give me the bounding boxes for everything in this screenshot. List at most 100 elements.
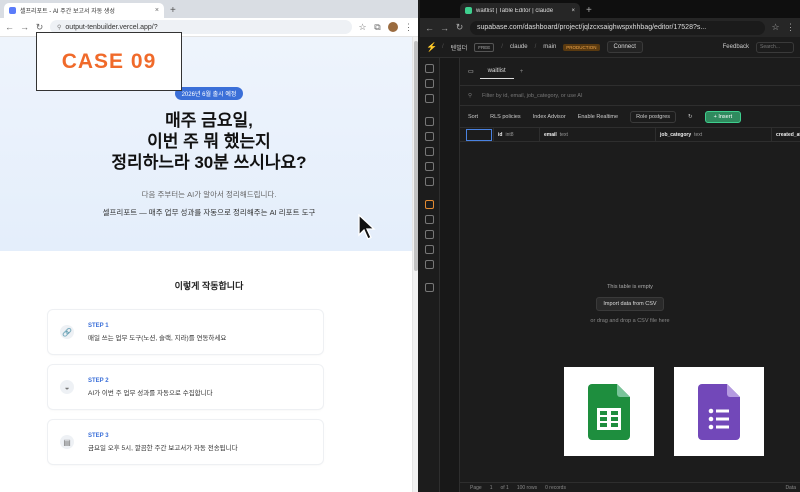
project-name[interactable]: claude bbox=[510, 44, 528, 50]
branch-badge: PRODUCTION bbox=[563, 43, 600, 51]
settings-gear-icon[interactable] bbox=[425, 283, 434, 292]
table-editor-icon[interactable] bbox=[425, 79, 434, 88]
google-sheets-icon bbox=[588, 383, 630, 440]
branch-name[interactable]: main bbox=[543, 44, 556, 50]
right-browser-window: waitlist | Table Editor | claude × + ← →… bbox=[420, 0, 800, 492]
refresh-icon[interactable]: ↻ bbox=[688, 114, 693, 120]
feedback-button[interactable]: Feedback bbox=[723, 44, 749, 50]
forward-icon[interactable]: → bbox=[440, 23, 449, 33]
select-all-checkbox[interactable] bbox=[466, 128, 492, 141]
global-search-input[interactable]: Search... bbox=[756, 41, 794, 53]
left-scrollbar[interactable] bbox=[412, 37, 418, 492]
select-all-cell[interactable] bbox=[460, 127, 494, 142]
column-id[interactable]: id int8 bbox=[494, 127, 540, 142]
left-tab-strip: 셀프리포트 - AI 주간 보고서 자동 생성 × + bbox=[0, 0, 418, 18]
left-active-tab[interactable]: 셀프리포트 - AI 주간 보고서 자동 생성 × bbox=[4, 3, 164, 18]
logs-icon[interactable] bbox=[425, 230, 434, 239]
right-tab-strip: waitlist | Table Editor | claude × + bbox=[420, 0, 800, 18]
supabase-logo-icon[interactable]: ⚡ bbox=[426, 42, 437, 52]
observability-icon[interactable] bbox=[425, 215, 434, 224]
table-footer: Page 1 of 1 100 rows 0 records Data bbox=[460, 482, 800, 492]
report-icon: ▤ bbox=[60, 435, 74, 449]
add-tab-icon[interactable]: + bbox=[520, 69, 524, 75]
connect-button[interactable]: Connect bbox=[606, 41, 643, 53]
filter-icon[interactable]: ⚲ bbox=[468, 93, 472, 99]
site-favicon-icon bbox=[9, 7, 16, 14]
back-icon[interactable]: ← bbox=[5, 22, 14, 32]
right-active-tab[interactable]: waitlist | Table Editor | claude × bbox=[460, 3, 580, 18]
launch-pill: 2026년 6월 출시 예정 bbox=[174, 87, 244, 100]
enable-realtime-button[interactable]: Enable Realtime bbox=[578, 114, 618, 120]
headline-line-1: 매주 금요일, bbox=[165, 111, 253, 130]
back-icon[interactable]: ← bbox=[425, 23, 434, 33]
right-tab-title: waitlist | Table Editor | claude bbox=[476, 7, 554, 14]
home-icon[interactable] bbox=[425, 64, 434, 73]
step-card-2: ◒ STEP 2 AI가 이번 주 업무 성과를 자동으로 수집합니다 bbox=[48, 365, 323, 409]
column-email[interactable]: email text bbox=[540, 127, 656, 142]
insert-button[interactable]: + Insert bbox=[704, 110, 742, 123]
mouse-cursor-icon bbox=[358, 214, 376, 240]
bookmark-star-icon[interactable]: ☆ bbox=[358, 22, 367, 33]
extensions-icon[interactable]: ⧉ bbox=[373, 22, 382, 33]
step-number: STEP 2 bbox=[88, 377, 109, 384]
api-docs-icon[interactable] bbox=[425, 245, 434, 254]
forward-icon[interactable]: → bbox=[20, 22, 29, 32]
new-tab-icon[interactable]: + bbox=[164, 5, 182, 18]
scroll-thumb[interactable] bbox=[414, 41, 418, 271]
auth-icon[interactable] bbox=[425, 132, 434, 141]
empty-state: This table is empty Import data from CSV… bbox=[460, 284, 800, 324]
import-csv-button[interactable]: Import data from CSV bbox=[596, 297, 664, 311]
google-forms-icon bbox=[698, 383, 740, 440]
schema-panel-collapsed[interactable] bbox=[440, 58, 460, 492]
breadcrumb-separator: / bbox=[442, 44, 444, 50]
filter-input[interactable]: Filter by id, email, job_category, or us… bbox=[482, 93, 582, 99]
column-name: created_at bbox=[776, 131, 800, 138]
close-tab-icon[interactable]: × bbox=[155, 7, 159, 14]
menu-kebab-icon[interactable]: ⋮ bbox=[404, 22, 413, 33]
rows-select[interactable]: 100 rows bbox=[517, 485, 537, 491]
landing-page: 2026년 6월 출시 예정 매주 금요일, 이번 주 뭐 했는지 정리하느라 … bbox=[0, 37, 418, 492]
index-advisor-button[interactable]: Index Advisor bbox=[533, 114, 566, 120]
headline-line-3: 정리하느라 30분 쓰시나요? bbox=[111, 153, 307, 172]
data-view-tab[interactable]: Data bbox=[785, 485, 796, 491]
case-badge: CASE 09 bbox=[36, 32, 182, 91]
sort-button[interactable]: Sort bbox=[468, 114, 478, 120]
rls-policies-button[interactable]: RLS policies bbox=[490, 114, 521, 120]
step-number: STEP 1 bbox=[88, 322, 109, 329]
table-toolbar: Sort RLS policies Index Advisor Enable R… bbox=[460, 106, 800, 128]
storage-icon[interactable] bbox=[425, 147, 434, 156]
reload-icon[interactable]: ↻ bbox=[35, 22, 44, 33]
drag-drop-hint: or drag and drop a CSV file here bbox=[590, 318, 670, 324]
realtime-icon[interactable] bbox=[425, 177, 434, 186]
site-info-icon[interactable]: ⚲ bbox=[57, 24, 61, 31]
supabase-nav-sidebar bbox=[420, 58, 440, 492]
plan-badge: FREE bbox=[474, 42, 495, 52]
org-name[interactable]: 텐빌더 bbox=[451, 43, 468, 52]
how-it-works-title: 이렇게 작동합니다 bbox=[174, 281, 244, 291]
panel-toggle-icon[interactable]: ▭ bbox=[468, 68, 474, 75]
edge-functions-icon[interactable] bbox=[425, 162, 434, 171]
database-icon[interactable] bbox=[425, 117, 434, 126]
integrations-icon[interactable] bbox=[425, 260, 434, 269]
empty-title: This table is empty bbox=[607, 284, 653, 290]
page-of: of 1 bbox=[500, 484, 509, 491]
google-forms-icon-card bbox=[674, 367, 764, 456]
hero-headline: 매주 금요일, 이번 주 뭐 했는지 정리하느라 30분 쓰시나요? bbox=[0, 110, 418, 173]
bookmark-star-icon[interactable]: ☆ bbox=[771, 22, 780, 33]
sql-editor-icon[interactable] bbox=[425, 94, 434, 103]
column-job-category[interactable]: job_category text bbox=[656, 127, 772, 142]
right-url-field[interactable]: supabase.com/dashboard/project/jqlzcxsai… bbox=[470, 20, 765, 35]
google-sheets-icon-card bbox=[564, 367, 654, 456]
column-created-at[interactable]: created_attim bbox=[772, 128, 800, 142]
advisors-icon[interactable] bbox=[425, 200, 434, 209]
page-input[interactable]: 1 bbox=[490, 485, 493, 491]
robot-icon: ◒ bbox=[60, 380, 74, 394]
close-tab-icon[interactable]: × bbox=[571, 8, 575, 14]
role-select[interactable]: Role postgres bbox=[630, 110, 676, 123]
page-label: Page bbox=[470, 484, 482, 491]
reload-icon[interactable]: ↻ bbox=[455, 22, 464, 33]
profile-avatar[interactable] bbox=[388, 22, 398, 32]
tab-waitlist[interactable]: waitlist bbox=[479, 64, 514, 79]
menu-kebab-icon[interactable]: ⋮ bbox=[786, 22, 795, 33]
new-tab-icon[interactable]: + bbox=[580, 5, 598, 18]
